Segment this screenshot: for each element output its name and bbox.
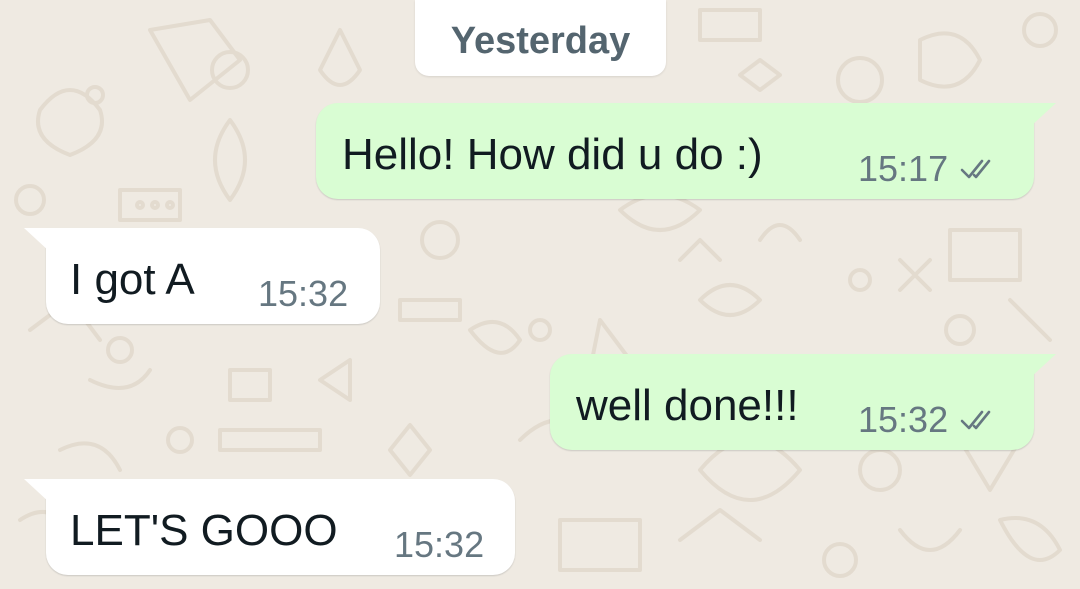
message-text: well done!!! bbox=[576, 381, 799, 430]
message-time: 15:17 bbox=[858, 148, 949, 189]
incoming-message[interactable]: I got A 15:32 bbox=[24, 228, 380, 324]
message-text: LET'S GOOO bbox=[70, 506, 338, 555]
bubble-tail-icon bbox=[1030, 354, 1056, 378]
message-meta: 15:32 bbox=[394, 527, 484, 563]
message-meta: 15:32 bbox=[258, 276, 348, 312]
double-check-icon bbox=[960, 159, 991, 179]
bubble-tail-icon bbox=[24, 479, 50, 503]
bubble-tail-icon bbox=[1030, 103, 1056, 127]
double-check-icon bbox=[960, 410, 991, 430]
bubble-tail-icon bbox=[24, 228, 50, 252]
date-divider-label: Yesterday bbox=[450, 19, 631, 62]
message-time: 15:32 bbox=[858, 399, 949, 440]
message-text: I got A bbox=[70, 255, 195, 304]
date-divider: Yesterday bbox=[415, 0, 666, 76]
message-time: 15:32 bbox=[394, 524, 485, 565]
message-time: 15:32 bbox=[258, 273, 349, 314]
outgoing-message[interactable]: Hello! How did u do :) 15:17 bbox=[316, 103, 1056, 199]
message-meta: 15:32 bbox=[858, 402, 1000, 438]
outgoing-message[interactable]: well done!!! 15:32 bbox=[550, 354, 1056, 450]
incoming-message[interactable]: LET'S GOOO 15:32 bbox=[24, 479, 515, 575]
message-text: Hello! How did u do :) bbox=[342, 130, 763, 179]
message-meta: 15:17 bbox=[858, 151, 1000, 187]
